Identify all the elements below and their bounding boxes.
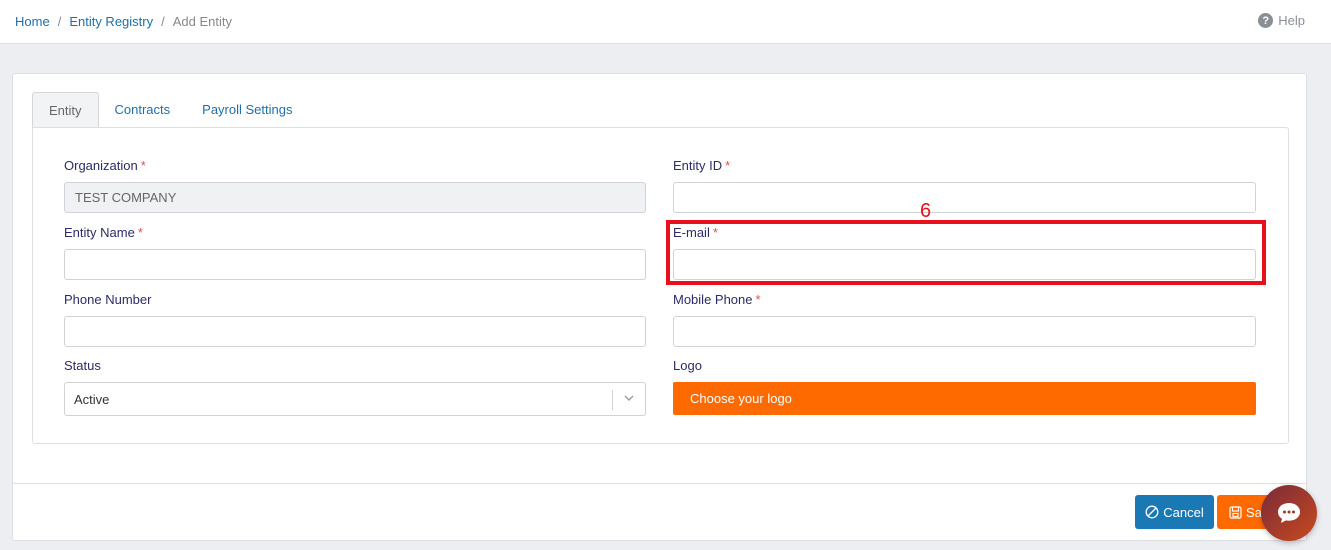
tab-payroll-settings[interactable]: Payroll Settings [186, 92, 308, 127]
status-label: Status [64, 358, 101, 373]
select-divider [612, 390, 613, 410]
entity-name-label: Entity Name * [64, 225, 143, 240]
phone-number-label: Phone Number [64, 292, 151, 307]
choose-logo-button[interactable]: Choose your logo [673, 382, 1256, 415]
breadcrumb-entity-registry-link[interactable]: Entity Registry [69, 14, 153, 29]
mobile-phone-input[interactable] [673, 316, 1256, 347]
tab-entity[interactable]: Entity [32, 92, 99, 127]
chat-bubble-icon [1278, 503, 1300, 523]
footer-divider [13, 483, 1306, 484]
entity-id-label-text: Entity ID [673, 158, 723, 173]
organization-value: TEST COMPANY [75, 190, 177, 205]
tab-bar: Entity Contracts Payroll Settings [32, 92, 308, 127]
top-bar: Home / Entity Registry / Add Entity ? He… [0, 0, 1331, 44]
entity-name-input[interactable] [64, 249, 646, 280]
status-label-text: Status [64, 358, 101, 373]
chevron-down-icon [624, 395, 634, 401]
breadcrumb-separator: / [161, 14, 165, 29]
mobile-phone-label-text: Mobile Phone [673, 292, 753, 307]
phone-number-input[interactable] [64, 316, 646, 347]
chat-widget-button[interactable] [1261, 485, 1317, 541]
question-circle-icon: ? [1258, 13, 1274, 28]
organization-label: Organization * [64, 158, 146, 173]
organization-label-text: Organization [64, 158, 138, 173]
logo-label: Logo [673, 358, 702, 373]
mobile-phone-label: Mobile Phone * [673, 292, 761, 307]
phone-number-label-text: Phone Number [64, 292, 152, 307]
help-label: Help [1278, 13, 1305, 28]
save-label: Sa [1246, 504, 1262, 520]
status-selected-value: Active [74, 391, 110, 407]
breadcrumb-separator: / [57, 14, 62, 29]
help-link[interactable]: ? Help [1258, 13, 1305, 28]
entity-name-label-text: Entity Name [64, 225, 135, 240]
required-marker: * [755, 292, 761, 307]
status-select[interactable]: Active [64, 382, 646, 416]
cancel-circle-icon [1145, 505, 1159, 519]
cancel-label: Cancel [1163, 504, 1204, 520]
required-marker: * [140, 158, 146, 173]
breadcrumb-home-link[interactable]: Home [15, 14, 50, 29]
annotation-highlight-box [666, 220, 1266, 285]
floppy-disk-icon [1229, 505, 1242, 519]
cancel-button[interactable]: Cancel [1135, 495, 1214, 529]
required-marker: * [137, 225, 143, 240]
entity-id-input[interactable] [673, 182, 1256, 213]
breadcrumb-current: Add Entity [172, 14, 233, 29]
entity-form-card: Entity Contracts Payroll Settings Organi… [12, 73, 1307, 541]
entity-id-label: Entity ID * [673, 158, 730, 173]
organization-field[interactable]: TEST COMPANY [64, 182, 646, 213]
breadcrumb: Home / Entity Registry / Add Entity [15, 14, 232, 29]
tab-contracts[interactable]: Contracts [99, 92, 187, 127]
logo-label-text: Logo [673, 358, 702, 373]
required-marker: * [725, 158, 731, 173]
